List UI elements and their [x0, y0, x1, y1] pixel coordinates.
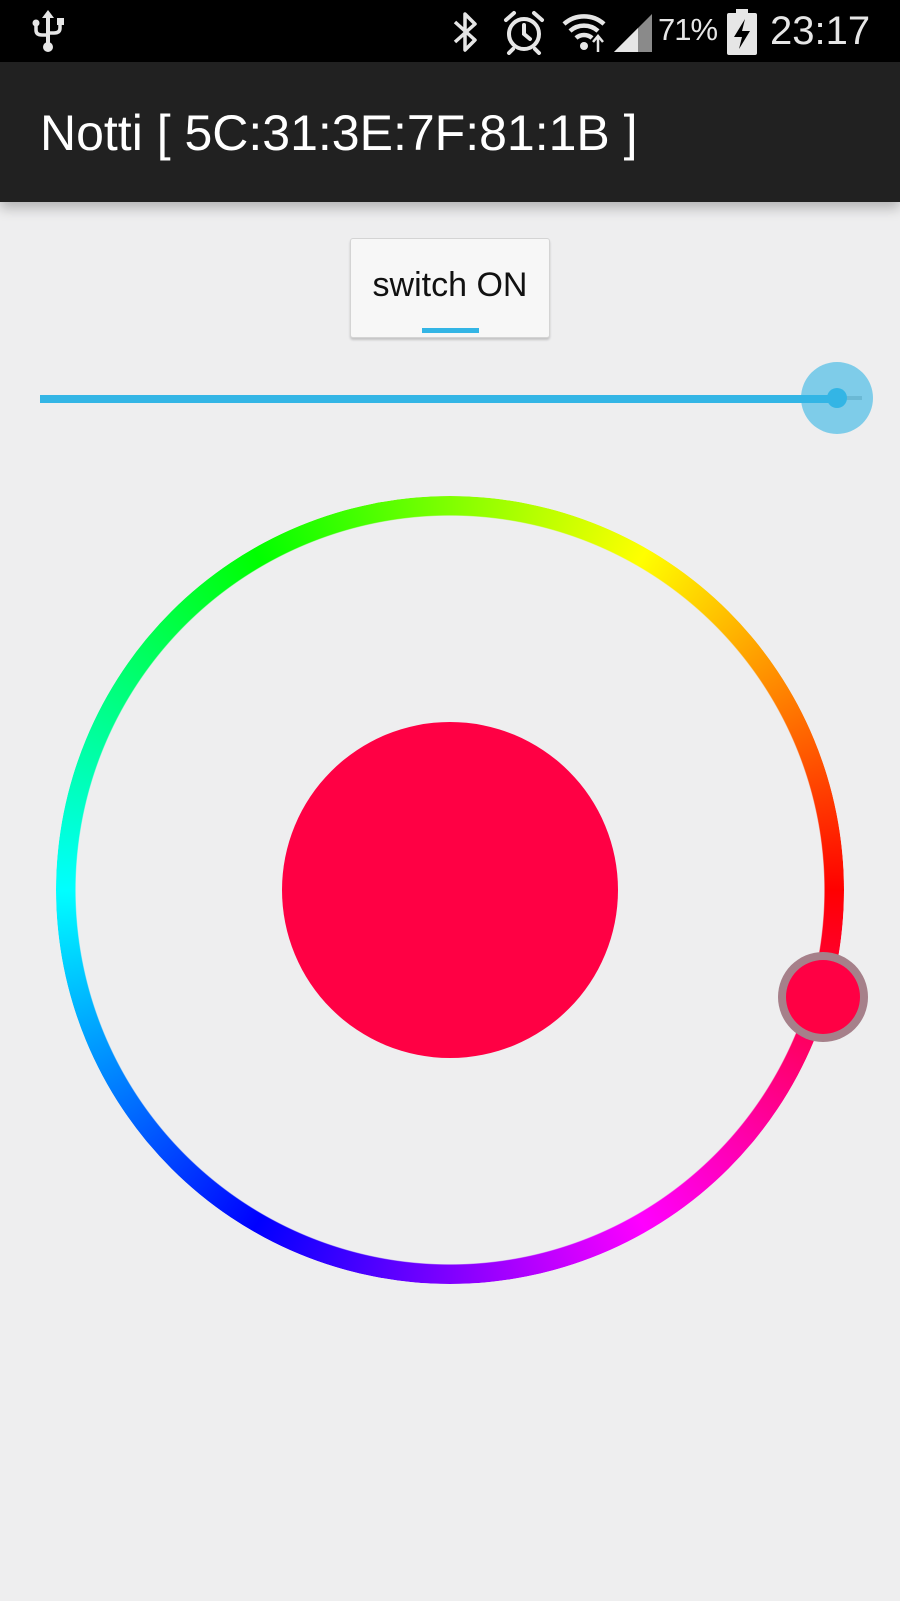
toggle-label: switch ON [372, 266, 528, 304]
color-handle[interactable] [778, 952, 868, 1042]
action-bar: Notti [ 5C:31:3E:7F:81:1B ] [0, 62, 900, 202]
toggle-on-indicator [422, 328, 479, 333]
color-wheel[interactable] [46, 486, 868, 1294]
brightness-slider[interactable] [40, 362, 874, 438]
wifi-icon [562, 14, 606, 52]
signal-icon [614, 14, 652, 52]
bluetooth-icon [453, 12, 477, 52]
battery-charging-icon [727, 9, 757, 55]
slider-thumb[interactable] [801, 362, 874, 434]
alarm-icon [504, 11, 544, 55]
usb-icon [32, 10, 64, 52]
slider-thumb-core [827, 388, 848, 408]
color-preview [282, 722, 618, 1058]
app-title: Notti [ 5C:31:3E:7F:81:1B ] [40, 105, 638, 161]
battery-percentage: 71% [658, 12, 718, 47]
status-clock: 23:17 [770, 9, 871, 53]
power-toggle-button[interactable]: switch ON [350, 238, 550, 338]
slider-progress [40, 395, 838, 403]
status-bar: 71% 23:17 [0, 0, 900, 62]
